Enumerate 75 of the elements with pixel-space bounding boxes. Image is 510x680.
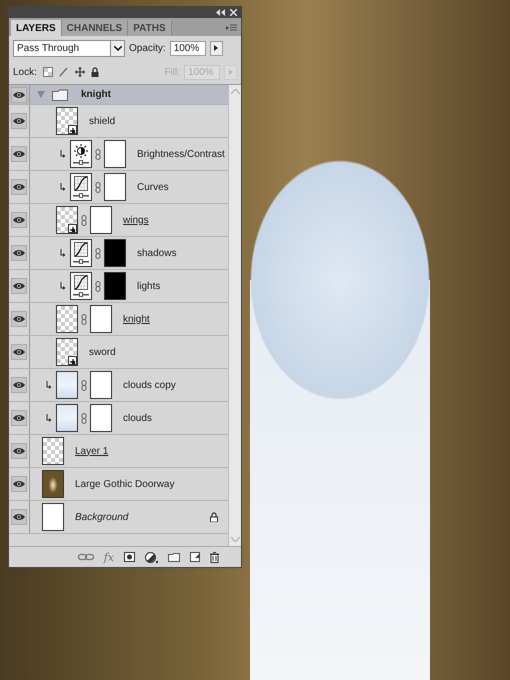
- layer-name: Background: [75, 512, 128, 522]
- layer-row[interactable]: shadows: [9, 237, 228, 270]
- trash-icon[interactable]: [210, 552, 219, 562]
- opacity-label: Opacity:: [129, 42, 166, 54]
- chain-link-icon[interactable]: [81, 314, 87, 324]
- layer-row[interactable]: clouds copy: [9, 369, 228, 402]
- eye-icon[interactable]: [11, 476, 27, 492]
- layer-row[interactable]: Brightness/Contrast: [9, 138, 228, 171]
- layer-row[interactable]: Curves: [9, 171, 228, 204]
- layer-row[interactable]: shield: [9, 105, 228, 138]
- arrow-right-icon[interactable]: [214, 45, 218, 51]
- layer-name: Brightness/Contrast: [137, 148, 225, 160]
- eye-icon[interactable]: [11, 179, 27, 195]
- panel-tab[interactable]: LAYERS: [11, 20, 62, 36]
- layer-name: knight: [123, 314, 150, 324]
- layer-row[interactable]: Large Gothic Doorway: [9, 468, 228, 501]
- panel-tab[interactable]: CHANNELS: [62, 20, 128, 36]
- layer-name: Curves: [137, 182, 169, 192]
- eye-icon[interactable]: [11, 443, 27, 459]
- eye-icon[interactable]: [11, 377, 27, 393]
- chain-link-icon[interactable]: [95, 280, 101, 292]
- panel-tab[interactable]: PATHS: [128, 20, 172, 36]
- new-layer-icon[interactable]: [190, 552, 200, 562]
- mask-icon[interactable]: [124, 552, 135, 562]
- lock-transparency-icon[interactable]: [42, 67, 53, 77]
- opacity-slider-button[interactable]: [210, 40, 223, 56]
- layer-name: lights: [137, 280, 160, 292]
- folder-icon[interactable]: [168, 552, 180, 562]
- move-icon[interactable]: [74, 67, 85, 77]
- layer-row[interactable]: clouds: [9, 402, 228, 435]
- chain-link-icon[interactable]: [81, 214, 87, 226]
- folder-icon: [52, 88, 68, 100]
- menu-icon[interactable]: [226, 24, 237, 31]
- eye-icon[interactable]: [11, 278, 27, 294]
- eye-icon[interactable]: [11, 509, 27, 525]
- layer-name: sword: [89, 346, 116, 358]
- link-icon[interactable]: [78, 553, 94, 561]
- chevron-down-icon[interactable]: [114, 46, 122, 50]
- layer-name: Layer 1: [75, 446, 108, 456]
- layer-name: knight: [81, 89, 111, 100]
- layer-row[interactable]: knight: [9, 85, 228, 105]
- layer-row[interactable]: wings: [9, 204, 228, 237]
- eye-icon[interactable]: [11, 113, 27, 129]
- lock-label: Lock:: [13, 66, 37, 78]
- chain-link-icon[interactable]: [95, 148, 101, 160]
- layer-row[interactable]: sword: [9, 336, 228, 369]
- opacity-field[interactable]: 100%: [170, 40, 206, 56]
- eye-icon[interactable]: [11, 212, 27, 228]
- half-circle-icon[interactable]: [145, 552, 158, 562]
- lock-icon[interactable]: [90, 67, 99, 77]
- collapse-icon[interactable]: [216, 9, 225, 16]
- layer-row[interactable]: lights: [9, 270, 228, 303]
- layer-name: shield: [89, 116, 116, 126]
- eye-icon[interactable]: [11, 146, 27, 162]
- chain-link-icon[interactable]: [81, 412, 87, 424]
- layer-name: clouds: [123, 412, 152, 424]
- fill-slider-button[interactable]: [224, 64, 237, 80]
- eye-icon[interactable]: [11, 410, 27, 426]
- layer-name: wings: [123, 214, 149, 226]
- eye-icon[interactable]: [11, 344, 27, 360]
- layer-row[interactable]: Layer 1: [9, 435, 228, 468]
- chain-link-icon[interactable]: [95, 182, 101, 192]
- close-icon[interactable]: [230, 9, 237, 16]
- eye-icon[interactable]: [11, 245, 27, 261]
- layer-name: clouds copy: [123, 380, 176, 390]
- eye-icon[interactable]: [11, 86, 27, 102]
- blend-mode-dropdown[interactable]: Pass Through: [13, 40, 125, 56]
- layer-row[interactable]: knight: [9, 303, 228, 336]
- layer-row[interactable]: Background: [9, 501, 228, 534]
- chain-link-icon[interactable]: [95, 248, 101, 258]
- chain-link-icon[interactable]: [81, 380, 87, 390]
- eye-icon[interactable]: [11, 311, 27, 327]
- layer-name: shadows: [137, 248, 176, 258]
- brush-icon[interactable]: [58, 67, 69, 77]
- layer-name: Large Gothic Doorway: [75, 478, 174, 490]
